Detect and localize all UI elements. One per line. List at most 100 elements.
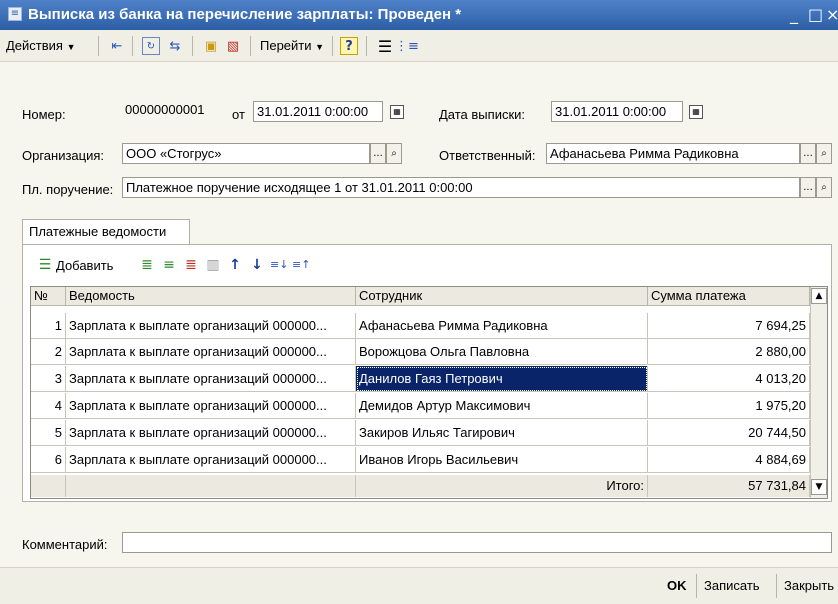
goto-label: Перейти [260, 38, 312, 53]
amount-cell[interactable]: 1 975,20 [648, 393, 810, 419]
toolbar-separator [132, 36, 133, 56]
sort-desc-icon[interactable]: ≡↑ [292, 255, 310, 275]
total-row-blank [31, 475, 66, 497]
organization-label: Организация: [22, 148, 105, 163]
copy-icon[interactable]: ⇆ [166, 37, 184, 55]
statement-date-field[interactable]: 31.01.2011 0:00:00 [551, 101, 683, 122]
move-down-icon[interactable]: ↓ [248, 255, 266, 275]
column-header-amount[interactable]: Сумма платежа [648, 287, 810, 306]
column-header-employee[interactable]: Сотрудник [356, 287, 648, 306]
select-button[interactable]: ... [800, 177, 816, 198]
save-button[interactable]: Записать [704, 578, 760, 593]
ok-button[interactable]: OK [667, 578, 687, 593]
add-icon[interactable]: ☰ [36, 255, 54, 275]
document-icon: ≡ [8, 7, 22, 21]
minimize-button[interactable]: _ [790, 5, 798, 24]
toolbar-separator [366, 36, 367, 56]
open-icon[interactable]: ⌕ [816, 143, 832, 164]
row-number: 5 [31, 420, 66, 446]
select-button[interactable]: ... [370, 143, 386, 164]
goto-menu[interactable]: Перейти ▼ [260, 38, 324, 53]
employee-cell[interactable]: Демидов Артур Максимович [356, 393, 648, 419]
organization-field[interactable]: ООО «Стогрус» [122, 143, 370, 164]
add-button[interactable]: Добавить [56, 258, 113, 273]
total-row-blank [66, 475, 356, 497]
arrow-left-icon[interactable]: ⇤ [108, 37, 126, 55]
close-button[interactable]: × [826, 5, 838, 24]
comment-field[interactable] [122, 532, 832, 553]
employee-cell-selected[interactable]: Данилов Гаяз Петрович [356, 366, 648, 392]
dropdown-arrow-icon: ▼ [66, 42, 76, 52]
delete-row-icon[interactable]: ≣ [182, 255, 200, 275]
statement-cell[interactable]: Зарплата к выплате организаций 000000... [66, 420, 356, 446]
scroll-down-icon[interactable]: ▼ [811, 479, 827, 495]
employee-cell[interactable]: Афанасьева Римма Радиковна [356, 313, 648, 339]
payment-order-label: Пл. поручение: [22, 182, 114, 197]
open-icon[interactable]: ⌕ [386, 143, 402, 164]
amount-cell[interactable]: 4 013,20 [648, 366, 810, 392]
row-number: 2 [31, 339, 66, 365]
number-label: Номер: [22, 107, 66, 122]
amount-cell[interactable]: 7 694,25 [648, 313, 810, 339]
from-label: от [232, 107, 245, 122]
row-number: 3 [31, 366, 66, 392]
amount-cell[interactable]: 20 744,50 [648, 420, 810, 446]
maximize-button[interactable]: □ [808, 5, 823, 24]
dropdown-arrow-icon: ▼ [315, 42, 325, 52]
unpost-icon[interactable]: ▧ [224, 37, 242, 55]
column-header-statement[interactable]: Ведомость [66, 287, 356, 306]
close-form-button[interactable]: Закрыть [784, 578, 834, 593]
amount-cell[interactable]: 4 884,69 [648, 447, 810, 473]
refresh-icon[interactable]: ↻ [142, 37, 160, 55]
statement-date-label: Дата выписки: [439, 107, 526, 122]
total-label: Итого: [356, 475, 648, 497]
move-up-icon[interactable]: ↑ [226, 255, 244, 275]
tab-payment-statements[interactable]: Платежные ведомости [22, 219, 190, 245]
title-bar: ≡ Выписка из банка на перечисление зарпл… [0, 0, 838, 30]
statement-cell[interactable]: Зарплата к выплате организаций 000000... [66, 339, 356, 365]
edit-row-icon[interactable]: ≡ [160, 255, 178, 275]
statement-cell[interactable]: Зарплата к выплате организаций 000000... [66, 366, 356, 392]
row-number: 4 [31, 393, 66, 419]
table-scrollbar[interactable]: ▲ ▼ [810, 287, 827, 498]
total-value: 57 731,84 [648, 475, 810, 497]
button-separator [696, 574, 697, 598]
employee-cell[interactable]: Закиров Ильяс Тагирович [356, 420, 648, 446]
button-separator [776, 574, 777, 598]
toolbar-separator [332, 36, 333, 56]
payment-order-field[interactable]: Платежное поручение исходящее 1 от 31.01… [122, 177, 800, 198]
copy-row-icon[interactable]: ≣ [138, 255, 156, 275]
number-field[interactable]: 00000000001 [122, 100, 226, 121]
row-number: 6 [31, 447, 66, 473]
list-icon[interactable]: ☰ [376, 37, 394, 56]
statement-cell[interactable]: Зарплата к выплате организаций 000000... [66, 313, 356, 339]
comment-label: Комментарий: [22, 537, 108, 552]
select-button[interactable]: ... [800, 143, 816, 164]
structure-icon[interactable]: ⋮≡ [395, 37, 419, 55]
document-window: ≡ Выписка из банка на перечисление зарпл… [0, 0, 838, 604]
help-button[interactable]: ? [340, 37, 358, 55]
toolbar-separator [250, 36, 251, 56]
amount-cell[interactable]: 2 880,00 [648, 339, 810, 365]
calendar-icon[interactable]: ▦ [390, 105, 404, 119]
open-icon[interactable]: ⌕ [816, 177, 832, 198]
column-header-number[interactable]: № [31, 287, 66, 306]
employee-cell[interactable]: Иванов Игорь Васильевич [356, 447, 648, 473]
responsible-label: Ответственный: [439, 148, 536, 163]
post-icon[interactable]: ▣ [202, 37, 220, 55]
end-edit-icon[interactable]: ▥ [204, 255, 222, 275]
calendar-icon[interactable]: ▦ [689, 105, 703, 119]
statement-cell[interactable]: Зарплата к выплате организаций 000000... [66, 393, 356, 419]
row-number: 1 [31, 313, 66, 339]
statement-cell[interactable]: Зарплата к выплате организаций 000000... [66, 447, 356, 473]
toolbar-separator [98, 36, 99, 56]
scroll-up-icon[interactable]: ▲ [811, 288, 827, 304]
responsible-field[interactable]: Афанасьева Римма Радиковна [546, 143, 800, 164]
actions-label: Действия [6, 38, 63, 53]
actions-menu[interactable]: Действия ▼ [6, 38, 76, 53]
sort-asc-icon[interactable]: ≡↓ [270, 255, 288, 275]
date-field[interactable]: 31.01.2011 0:00:00 [253, 101, 383, 122]
window-title: Выписка из банка на перечисление зарплат… [28, 6, 462, 23]
employee-cell[interactable]: Ворожцова Ольга Павловна [356, 339, 648, 365]
toolbar-separator [192, 36, 193, 56]
